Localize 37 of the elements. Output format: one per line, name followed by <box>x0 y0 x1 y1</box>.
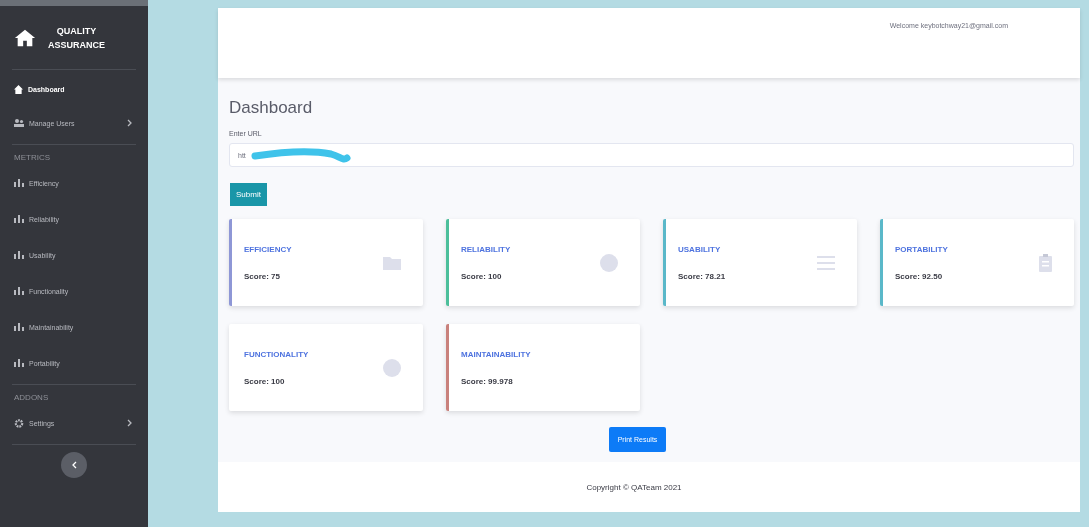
card-title: FUNCTIONALITY <box>244 349 309 359</box>
score-text: Score: 75 <box>244 271 282 281</box>
clipboard-icon <box>1039 253 1052 272</box>
chart-icon <box>14 179 24 187</box>
card-title: USABILITY <box>678 244 722 254</box>
brand-name[interactable]: QUALITY ASSURANCE <box>48 24 105 52</box>
card-title: MAINTAINABILITY <box>461 349 531 359</box>
gear-icon <box>14 418 24 428</box>
score-text: Score: 92.50 <box>895 271 944 281</box>
chart-icon <box>14 323 24 331</box>
list-icon <box>817 255 835 270</box>
chevron-icon <box>127 419 132 427</box>
chart-icon <box>14 359 24 367</box>
score-text: Score: 78.21 <box>678 271 726 281</box>
sidebar-heading: ADDONS <box>13 392 50 404</box>
score-text: Score: 100 <box>461 271 503 281</box>
chevron-icon <box>127 119 132 127</box>
circle-icon <box>383 358 401 377</box>
submit-button[interactable]: Submit <box>230 183 267 206</box>
home-icon <box>14 84 23 94</box>
chevron-left-icon <box>71 461 77 469</box>
page-title: Dashboard <box>229 98 314 118</box>
card-title: RELIABILITY <box>461 244 511 254</box>
users-icon <box>14 119 24 127</box>
folder-icon <box>383 255 401 270</box>
score-text: Score: 100 <box>244 376 286 386</box>
card-title: EFFICIENCY <box>244 244 292 254</box>
chart-icon <box>14 251 24 259</box>
house-icon <box>14 27 36 49</box>
chart-icon <box>14 215 24 223</box>
circle-icon <box>600 253 618 272</box>
card-title: PORTABILITY <box>895 244 948 254</box>
sidebar-heading: METRICS <box>13 152 51 164</box>
score-text: Score: 99.978 <box>461 376 514 386</box>
sidebar-toggle-button[interactable] <box>61 452 87 478</box>
chart-icon <box>14 287 24 295</box>
copyright-text: Copyright © QATeam 2021 <box>586 482 682 492</box>
